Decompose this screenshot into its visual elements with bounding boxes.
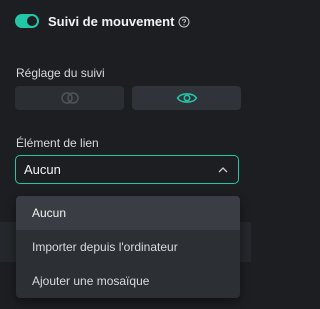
- tracking-option-eye[interactable]: [132, 86, 241, 110]
- tracking-adjust-segmented: [15, 86, 241, 110]
- link-element-dropdown: Aucun Importer depuis l'ordinateur Ajout…: [16, 196, 240, 298]
- motion-tracking-title: Suivi de mouvement: [48, 13, 175, 29]
- link-element-label: Élément de lien: [16, 136, 99, 150]
- toggle-knob: [27, 16, 37, 26]
- chevron-up-icon: [218, 166, 228, 172]
- tracking-adjust-label: Réglage du suivi: [16, 66, 105, 80]
- link-element-select[interactable]: Aucun: [15, 155, 239, 184]
- eye-icon: [176, 93, 197, 103]
- dropdown-option-import[interactable]: Importer depuis l'ordinateur: [16, 230, 240, 264]
- motion-tracking-header: Suivi de mouvement: [15, 10, 190, 32]
- tracking-option-circles[interactable]: [15, 86, 124, 110]
- toggle-circles-icon: [60, 92, 79, 104]
- dropdown-option-none[interactable]: Aucun: [16, 196, 240, 230]
- link-element-selected-value: Aucun: [24, 162, 61, 177]
- help-icon[interactable]: [178, 15, 190, 28]
- motion-tracking-toggle[interactable]: [15, 14, 39, 28]
- dropdown-option-mosaic[interactable]: Ajouter une mosaïque: [16, 264, 240, 298]
